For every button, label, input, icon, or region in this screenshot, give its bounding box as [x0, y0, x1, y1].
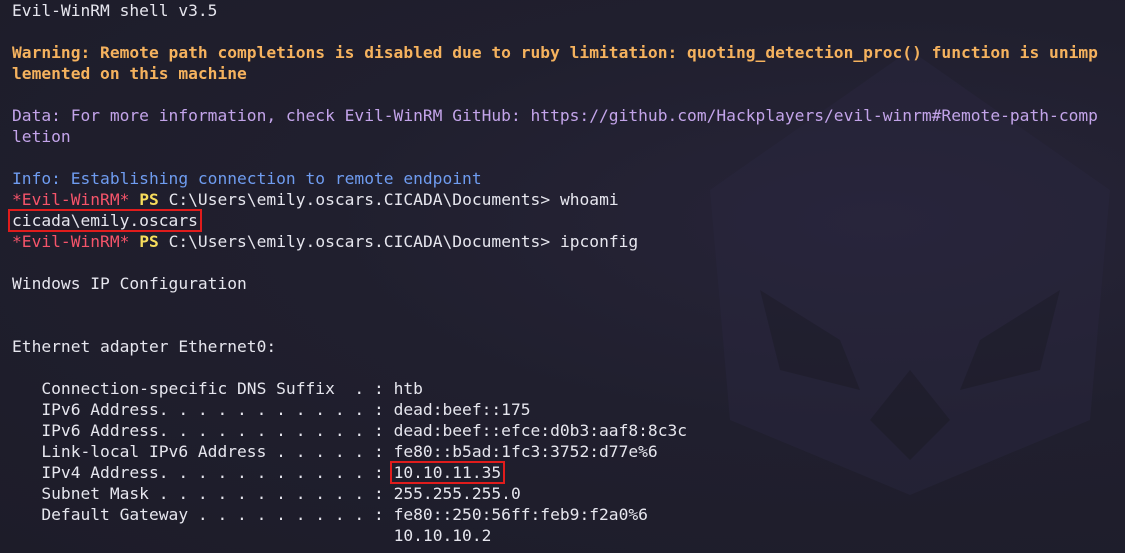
- prompt-line: *Evil-WinRM* PS C:\Users\emily.oscars.CI…: [12, 189, 1122, 210]
- terminal-output: Evil-WinRM shell v3.5 Warning: Remote pa…: [8, 0, 1122, 546]
- ipconfig-row: IPv6 Address. . . . . . . . . . . : dead…: [12, 399, 1122, 420]
- ipconfig-row: Subnet Mask . . . . . . . . . . . : 255.…: [12, 483, 1122, 504]
- row-value: dead:beef::175: [393, 400, 531, 419]
- command-text: ipconfig: [559, 232, 639, 251]
- terminal-window[interactable]: Evil-WinRM shell v3.5 Warning: Remote pa…: [0, 0, 1125, 553]
- banner-line: Evil-WinRM shell v3.5: [12, 0, 1122, 21]
- adapter-line: Ethernet adapter Ethernet0:: [12, 336, 1122, 357]
- data-text-1: Data: For more information, check Evil-W…: [12, 106, 1098, 125]
- ipconfig-row: 10.10.10.2: [12, 525, 1122, 546]
- command-text: whoami: [559, 190, 619, 209]
- ipconfig-row: IPv6 Address. . . . . . . . . . . : dead…: [12, 420, 1122, 441]
- row-label: Link-local IPv6 Address . . . . . :: [12, 442, 394, 461]
- data-line: Data: For more information, check Evil-W…: [12, 105, 1122, 126]
- data-text-2: letion: [12, 127, 71, 146]
- row-label: IPv6 Address. . . . . . . . . . . :: [12, 400, 394, 419]
- prompt-ps: PS: [139, 190, 159, 209]
- ipconfig-row: Link-local IPv6 Address . . . . . : fe80…: [12, 441, 1122, 462]
- prompt-path: C:\Users\emily.oscars.CICADA\Documents>: [168, 190, 551, 209]
- banner-text: Evil-WinRM shell v3.5: [12, 1, 218, 20]
- row-value: fe80::250:56ff:feb9:f2a0%6: [393, 505, 648, 524]
- row-label: Subnet Mask . . . . . . . . . . . :: [12, 484, 394, 503]
- row-value: fe80::b5ad:1fc3:3752:d77e%6: [393, 442, 658, 461]
- warning-line: lemented on this machine: [12, 63, 1122, 84]
- ipconfig-row: Connection-specific DNS Suffix . : htb: [12, 378, 1122, 399]
- row-label: IPv6 Address. . . . . . . . . . . :: [12, 421, 394, 440]
- row-value: 255.255.255.0: [393, 484, 521, 503]
- warning-text-1: Warning: Remote path completions is disa…: [12, 43, 1098, 62]
- prompt-ps: PS: [139, 232, 159, 251]
- prompt-name: *Evil-WinRM*: [12, 232, 130, 251]
- row-label: Connection-specific DNS Suffix . :: [12, 379, 394, 398]
- prompt-name: *Evil-WinRM*: [12, 190, 130, 209]
- row-label: Default Gateway . . . . . . . . . :: [12, 505, 394, 524]
- warning-text-2: lemented on this machine: [12, 64, 247, 83]
- prompt-path: C:\Users\emily.oscars.CICADA\Documents>: [168, 232, 551, 251]
- row-value: 10.10.10.2: [393, 526, 492, 545]
- row-value: dead:beef::efce:d0b3:aaf8:8c3c: [393, 421, 688, 440]
- highlighted-username: cicada\emily.oscars: [8, 209, 202, 232]
- ipconfig-title: Windows IP Configuration: [12, 274, 247, 293]
- info-text: Info: Establishing connection to remote …: [12, 169, 482, 188]
- whoami-output-line: cicada\emily.oscars: [8, 209, 1122, 232]
- warning-line: Warning: Remote path completions is disa…: [12, 42, 1122, 63]
- row-value: htb: [393, 379, 423, 398]
- prompt-line: *Evil-WinRM* PS C:\Users\emily.oscars.CI…: [12, 231, 1122, 252]
- row-label: IPv4 Address. . . . . . . . . . . :: [12, 463, 394, 482]
- data-line: letion: [12, 126, 1122, 147]
- highlighted-ipv4-value: 10.10.11.35: [389, 461, 506, 484]
- ipconfig-title-line: Windows IP Configuration: [12, 273, 1122, 294]
- row-label: [12, 526, 394, 545]
- ipconfig-row: IPv4 Address. . . . . . . . . . . : 10.1…: [12, 461, 1122, 484]
- ipconfig-row: Default Gateway . . . . . . . . . : fe80…: [12, 504, 1122, 525]
- adapter-name: Ethernet adapter Ethernet0:: [12, 337, 277, 356]
- info-line: Info: Establishing connection to remote …: [12, 168, 1122, 189]
